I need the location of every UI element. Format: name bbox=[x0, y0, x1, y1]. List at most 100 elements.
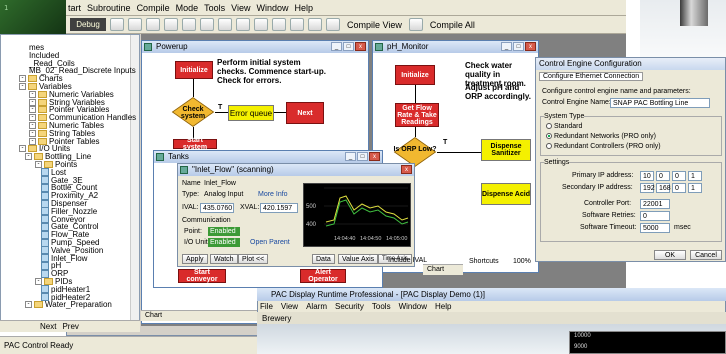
more-info-link[interactable]: More Info bbox=[258, 191, 288, 198]
chart-tab[interactable]: Chart bbox=[423, 264, 463, 275]
text-icon[interactable] bbox=[308, 18, 322, 31]
menu-help[interactable]: Help bbox=[294, 3, 313, 13]
error-queue-block[interactable]: Error queue bbox=[228, 105, 274, 121]
action-block-icon[interactable] bbox=[254, 18, 268, 31]
new-icon[interactable] bbox=[110, 18, 124, 31]
powerup-title-bar[interactable]: Powerup _ □ x bbox=[142, 41, 368, 53]
zoom-level[interactable]: 100% bbox=[513, 258, 531, 265]
primary-ip-octet-4[interactable]: 1 bbox=[688, 171, 702, 181]
runtime-menu-security[interactable]: Security bbox=[335, 301, 364, 312]
menu-tools[interactable]: Tools bbox=[204, 3, 225, 13]
next-block[interactable]: Next bbox=[286, 102, 324, 124]
select-icon[interactable] bbox=[236, 18, 250, 31]
watch-button[interactable]: Watch bbox=[210, 254, 238, 264]
expand-icon[interactable]: - bbox=[19, 83, 26, 90]
runtime-menu-tools[interactable]: Tools bbox=[372, 301, 391, 312]
point-enabled-status[interactable]: Enabled bbox=[208, 227, 240, 236]
find-icon[interactable] bbox=[218, 18, 232, 31]
menu-mode[interactable]: Mode bbox=[176, 3, 199, 13]
include-ival-checkbox[interactable]: Include IVAL bbox=[388, 257, 427, 264]
ph-monitor-title-bar[interactable]: pH_Monitor _ □ x bbox=[373, 41, 538, 53]
inspect-title-bar[interactable]: "Inlet_Flow" (scanning) x bbox=[178, 164, 414, 176]
compile-all-button[interactable]: Compile All bbox=[427, 20, 478, 30]
tree-scrollbar[interactable] bbox=[130, 35, 139, 325]
value-axis-button[interactable]: Value Axis bbox=[338, 254, 379, 264]
dispense-acid-block[interactable]: Dispense Acid bbox=[481, 183, 531, 205]
compile-view-button[interactable]: Compile View bbox=[344, 20, 405, 30]
close-button[interactable]: x bbox=[401, 165, 412, 174]
compile-all-icon[interactable] bbox=[408, 18, 423, 31]
minimize-button[interactable]: _ bbox=[501, 42, 512, 51]
cancel-button[interactable]: Cancel bbox=[690, 250, 722, 260]
io-unit-enabled-status[interactable]: Enabled bbox=[208, 238, 240, 247]
runtime-trend[interactable]: 10000 9000 bbox=[569, 331, 726, 354]
standard-radio[interactable]: Standard bbox=[546, 123, 582, 130]
control-engine-config-dialog[interactable]: Control Engine Configuration Configure E… bbox=[535, 57, 726, 262]
save-icon[interactable] bbox=[146, 18, 160, 31]
cut-icon[interactable] bbox=[164, 18, 178, 31]
inlet-flow-trend-plot[interactable]: 500 400 14:04:40 14:04:50 14:05:00 bbox=[303, 183, 411, 247]
maximize-button[interactable]: □ bbox=[513, 42, 524, 51]
data-button[interactable]: Data bbox=[312, 254, 335, 264]
shortcuts-label[interactable]: Shortcuts bbox=[469, 258, 499, 265]
software-timeout-field[interactable]: 5000 bbox=[640, 223, 670, 233]
compile-view-icon[interactable] bbox=[326, 18, 340, 31]
controller-port-field[interactable]: 22001 bbox=[640, 199, 670, 209]
expand-icon[interactable]: - bbox=[25, 301, 32, 309]
apply-button[interactable]: Apply bbox=[182, 254, 208, 264]
ok-button[interactable]: OK bbox=[654, 250, 686, 260]
menu-subroutine[interactable]: Subroutine bbox=[87, 3, 131, 13]
expand-icon[interactable]: - bbox=[25, 153, 32, 161]
engine-name-field[interactable]: SNAP PAC Bottling Line bbox=[610, 98, 710, 108]
paste-icon[interactable] bbox=[200, 18, 214, 31]
runtime-menu-file[interactable]: File bbox=[260, 301, 273, 312]
copy-icon[interactable] bbox=[182, 18, 196, 31]
runtime-menu-alarm[interactable]: Alarm bbox=[306, 301, 327, 312]
get-flow-rate-block[interactable]: Get Flow Rate & Take Readings bbox=[395, 103, 439, 127]
maximize-button[interactable]: □ bbox=[343, 42, 354, 51]
menu-start[interactable]: tart bbox=[68, 3, 81, 13]
menu-window[interactable]: Window bbox=[256, 3, 288, 13]
redundant-controllers-radio[interactable]: Redundant Controllers (PRO only) bbox=[546, 143, 661, 150]
brewery-tab[interactable]: Brewery bbox=[262, 314, 291, 323]
secondary-ip-octet-3[interactable]: 0 bbox=[672, 183, 686, 193]
tree-prev-button[interactable]: Prev bbox=[62, 322, 78, 331]
primary-ip-octet-1[interactable]: 10 bbox=[640, 171, 654, 181]
minimize-button[interactable]: _ bbox=[345, 152, 356, 161]
primary-ip-octet-3[interactable]: 0 bbox=[672, 171, 686, 181]
xval-field[interactable]: 420.1597 bbox=[260, 203, 298, 213]
start-system-block[interactable]: Start system bbox=[173, 137, 217, 151]
mode-badge[interactable]: Debug bbox=[70, 18, 106, 31]
inspect-inlet-flow-dialog[interactable]: "Inlet_Flow" (scanning) x Name Inlet_Flo… bbox=[177, 163, 415, 267]
plot-button[interactable]: Plot << bbox=[238, 254, 269, 264]
tree-next-button[interactable]: Next bbox=[40, 322, 56, 331]
secondary-ip-octet-4[interactable]: 1 bbox=[688, 183, 702, 193]
alert-operator-block[interactable]: Alert Operator bbox=[300, 269, 346, 283]
connect-icon[interactable] bbox=[290, 18, 304, 31]
tanks-title-bar[interactable]: Tanks _ □ x bbox=[154, 151, 382, 163]
runtime-title-bar[interactable]: PAC Display Runtime Professional - [PAC … bbox=[257, 288, 726, 301]
open-parent-link[interactable]: Open Parent bbox=[250, 239, 290, 246]
menu-compile[interactable]: Compile bbox=[137, 3, 170, 13]
maximize-button[interactable]: □ bbox=[357, 152, 368, 161]
menu-view[interactable]: View bbox=[231, 3, 250, 13]
close-button[interactable]: x bbox=[525, 42, 536, 51]
secondary-ip-octet-2[interactable]: 168 bbox=[656, 183, 671, 193]
ival-field[interactable]: 435.0760 bbox=[200, 203, 234, 213]
runtime-menu-help[interactable]: Help bbox=[435, 301, 451, 312]
minimize-button[interactable]: _ bbox=[331, 42, 342, 51]
ethernet-tab[interactable]: Configure Ethernet Connection bbox=[539, 72, 644, 81]
close-button[interactable]: x bbox=[369, 152, 380, 161]
runtime-menu-view[interactable]: View bbox=[281, 301, 298, 312]
tree-item[interactable]: - Water_Preparation bbox=[25, 300, 112, 309]
close-button[interactable]: x bbox=[355, 42, 366, 51]
condition-block-icon[interactable] bbox=[272, 18, 286, 31]
initialize-block[interactable]: Initialize bbox=[395, 65, 435, 85]
initialize-block[interactable]: Initialize bbox=[175, 61, 213, 79]
software-retries-field[interactable]: 0 bbox=[640, 211, 670, 221]
dispense-sanitizer-block[interactable]: Dispense Sanitizer bbox=[481, 139, 531, 161]
cec-title-bar[interactable]: Control Engine Configuration bbox=[536, 58, 725, 70]
runtime-menu-window[interactable]: Window bbox=[399, 301, 427, 312]
check-system-condition[interactable]: Check system bbox=[171, 97, 215, 127]
secondary-ip-octet-1[interactable]: 192 bbox=[640, 183, 655, 193]
